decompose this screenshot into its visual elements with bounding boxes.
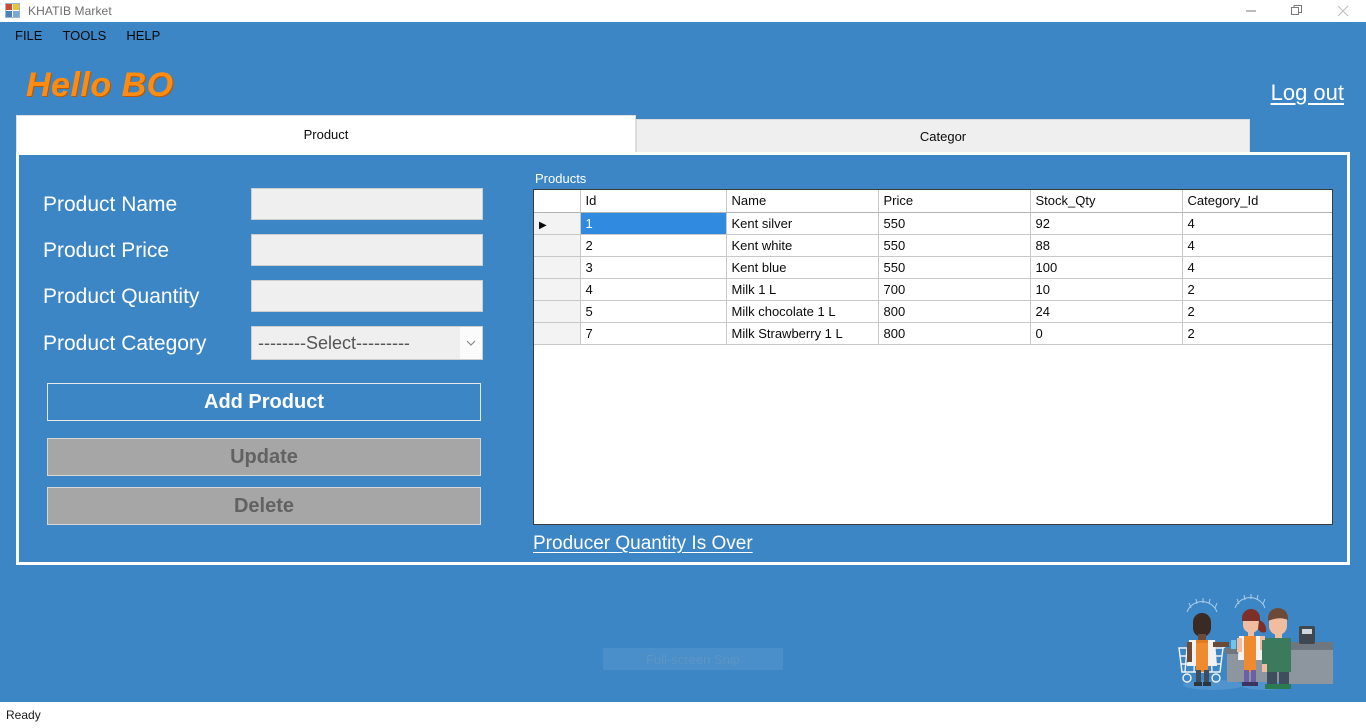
menu-item-tools[interactable]: TOOLS bbox=[52, 26, 116, 45]
column-header-stock-qty[interactable]: Stock_Qty bbox=[1030, 190, 1183, 213]
row-selector[interactable] bbox=[534, 234, 581, 257]
app-icon bbox=[5, 3, 22, 19]
cell-id[interactable]: 7 bbox=[580, 322, 727, 345]
cell-price[interactable]: 550 bbox=[878, 212, 1031, 235]
row-selector[interactable]: ▶ bbox=[534, 212, 581, 235]
cell-name[interactable]: Milk 1 L bbox=[726, 278, 879, 301]
product-tab-page: Product Name Product Price Product Quant… bbox=[16, 152, 1350, 565]
products-grid[interactable]: Id Name Price Stock_Qty Category_Id ▶ 1 … bbox=[533, 189, 1333, 525]
chevron-down-icon bbox=[460, 327, 482, 359]
column-header-name[interactable]: Name bbox=[726, 190, 879, 213]
cell-price[interactable]: 550 bbox=[878, 234, 1031, 257]
status-bar: Ready bbox=[0, 702, 1366, 728]
cell-price[interactable]: 700 bbox=[878, 278, 1031, 301]
column-header-id[interactable]: Id bbox=[580, 190, 727, 213]
column-header-price[interactable]: Price bbox=[878, 190, 1031, 213]
cell-category-id[interactable]: 2 bbox=[1182, 322, 1332, 345]
snip-overlay-label: Full-screen Snip bbox=[603, 648, 783, 670]
cell-stock-qty[interactable]: 10 bbox=[1030, 278, 1183, 301]
cell-name[interactable]: Kent silver bbox=[726, 212, 879, 235]
tab-product[interactable]: Product bbox=[16, 115, 636, 153]
grid-empty-area[interactable] bbox=[534, 345, 1332, 525]
row-selector[interactable] bbox=[534, 322, 581, 345]
cell-price[interactable]: 550 bbox=[878, 256, 1031, 279]
add-product-button[interactable]: Add Product bbox=[47, 383, 481, 421]
row-indicator-icon: ▶ bbox=[539, 219, 547, 231]
cell-price[interactable]: 800 bbox=[878, 300, 1031, 323]
product-category-select[interactable]: --------Select--------- bbox=[251, 326, 483, 360]
cell-name[interactable]: Milk chocolate 1 L bbox=[726, 300, 879, 323]
cell-category-id[interactable]: 2 bbox=[1182, 300, 1332, 323]
row-header-corner[interactable] bbox=[534, 190, 581, 213]
update-button[interactable]: Update bbox=[47, 438, 481, 476]
table-row[interactable]: ▶ 1 Kent silver 550 92 4 bbox=[534, 212, 1332, 235]
product-name-label: Product Name bbox=[43, 193, 178, 216]
cell-name[interactable]: Milk Strawberry 1 L bbox=[726, 322, 879, 345]
cell-stock-qty[interactable]: 0 bbox=[1030, 322, 1183, 345]
cell-id[interactable]: 5 bbox=[580, 300, 727, 323]
producer-quantity-over-link[interactable]: Producer Quantity Is Over bbox=[533, 533, 753, 555]
cell-stock-qty[interactable]: 88 bbox=[1030, 234, 1183, 257]
store-illustration bbox=[1165, 582, 1355, 694]
application-window: KHATIB Market FILE TOOLS HELP Hello BO L… bbox=[0, 0, 1366, 728]
close-button[interactable] bbox=[1320, 0, 1366, 23]
cell-id[interactable]: 2 bbox=[580, 234, 727, 257]
row-selector[interactable] bbox=[534, 300, 581, 323]
minimize-icon bbox=[1246, 10, 1256, 12]
cell-name[interactable]: Kent white bbox=[726, 234, 879, 257]
logout-link[interactable]: Log out bbox=[1271, 80, 1344, 106]
menu-item-file[interactable]: FILE bbox=[5, 26, 52, 45]
greeting-label: Hello BO bbox=[26, 66, 174, 104]
table-row[interactable]: 5 Milk chocolate 1 L 800 24 2 bbox=[534, 300, 1332, 323]
cell-stock-qty[interactable]: 92 bbox=[1030, 212, 1183, 235]
cell-category-id[interactable]: 2 bbox=[1182, 278, 1332, 301]
product-quantity-label: Product Quantity bbox=[43, 285, 200, 308]
window-controls bbox=[1228, 0, 1366, 23]
cell-name[interactable]: Kent blue bbox=[726, 256, 879, 279]
product-name-input[interactable] bbox=[251, 188, 483, 220]
cell-category-id[interactable]: 4 bbox=[1182, 234, 1332, 257]
product-price-label: Product Price bbox=[43, 239, 170, 262]
cell-category-id[interactable]: 4 bbox=[1182, 256, 1332, 279]
minimize-button[interactable] bbox=[1228, 0, 1274, 23]
menu-bar: FILE TOOLS HELP bbox=[0, 23, 1366, 47]
row-selector[interactable] bbox=[534, 278, 581, 301]
row-selector[interactable] bbox=[534, 256, 581, 279]
menu-item-help[interactable]: HELP bbox=[116, 26, 170, 45]
tab-strip: Product Categor bbox=[16, 115, 1250, 153]
restore-icon bbox=[1291, 5, 1302, 15]
table-row[interactable]: 7 Milk Strawberry 1 L 800 0 2 bbox=[534, 322, 1332, 345]
column-header-category-id[interactable]: Category_Id bbox=[1182, 190, 1332, 213]
restore-button[interactable] bbox=[1274, 0, 1320, 23]
product-category-value: --------Select--------- bbox=[258, 332, 410, 353]
title-bar: KHATIB Market bbox=[0, 0, 1366, 23]
table-row[interactable]: 4 Milk 1 L 700 10 2 bbox=[534, 278, 1332, 301]
cell-id[interactable]: 4 bbox=[580, 278, 727, 301]
cell-stock-qty[interactable]: 24 bbox=[1030, 300, 1183, 323]
cell-id[interactable]: 1 bbox=[580, 212, 727, 235]
status-text: Ready bbox=[6, 708, 41, 722]
cell-category-id[interactable]: 4 bbox=[1182, 212, 1332, 235]
table-row[interactable]: 3 Kent blue 550 100 4 bbox=[534, 256, 1332, 279]
cell-id[interactable]: 3 bbox=[580, 256, 727, 279]
products-table: Id Name Price Stock_Qty Category_Id ▶ 1 … bbox=[534, 190, 1332, 345]
close-icon bbox=[1337, 5, 1349, 17]
window-title: KHATIB Market bbox=[28, 4, 112, 18]
product-quantity-input[interactable] bbox=[251, 280, 483, 312]
product-category-label: Product Category bbox=[43, 332, 207, 355]
cell-stock-qty[interactable]: 100 bbox=[1030, 256, 1183, 279]
product-price-input[interactable] bbox=[251, 234, 483, 266]
grid-caption: Products bbox=[535, 171, 587, 186]
table-header-row: Id Name Price Stock_Qty Category_Id bbox=[534, 190, 1332, 213]
tab-category[interactable]: Categor bbox=[636, 119, 1250, 153]
cell-price[interactable]: 800 bbox=[878, 322, 1031, 345]
table-row[interactable]: 2 Kent white 550 88 4 bbox=[534, 234, 1332, 257]
delete-button[interactable]: Delete bbox=[47, 487, 481, 525]
